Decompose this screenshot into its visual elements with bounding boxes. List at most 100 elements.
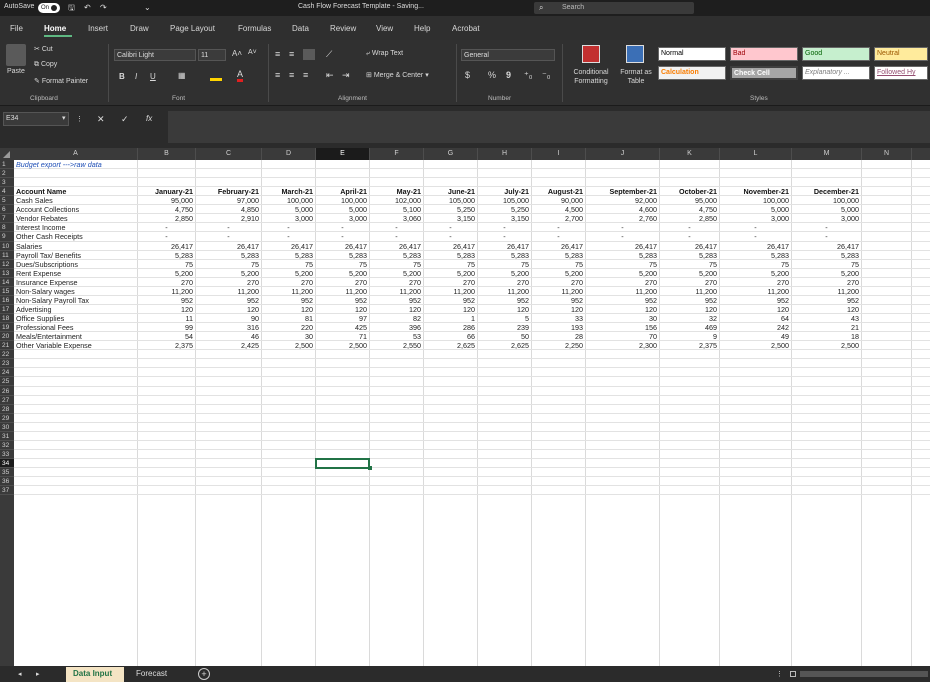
value-cell[interactable]: 952 (480, 296, 529, 305)
cell-style-normal[interactable]: Normal (658, 47, 726, 61)
value-cell[interactable]: 105,000 (426, 196, 475, 205)
value-cell[interactable]: 11,200 (426, 287, 475, 296)
value-cell[interactable]: 5,200 (140, 269, 193, 278)
font-size-select[interactable]: 11 (198, 49, 226, 61)
value-cell[interactable]: - (198, 232, 259, 241)
scroll-left-icon[interactable]: ◂ (18, 670, 22, 679)
customize-toolbar-icon[interactable]: ⌄ (144, 3, 151, 12)
value-cell[interactable]: 26,417 (426, 242, 475, 251)
value-cell[interactable]: 5,200 (318, 269, 367, 278)
row-header-7[interactable]: 7 (0, 214, 14, 224)
value-cell[interactable]: 952 (534, 296, 583, 305)
row-header-29[interactable]: 29 (0, 414, 14, 423)
copy-button[interactable]: ⧉ Copy (34, 61, 57, 69)
value-cell[interactable]: 120 (140, 305, 193, 314)
wrap-text-button[interactable]: ⤶ Wrap Text (366, 50, 403, 58)
row-header-35[interactable]: 35 (0, 468, 14, 478)
value-cell[interactable]: 26,417 (722, 242, 789, 251)
account-name-cell[interactable]: Office Supplies (16, 314, 135, 323)
value-cell[interactable]: 5,200 (662, 269, 717, 278)
value-cell[interactable]: 952 (372, 296, 421, 305)
column-header-g[interactable]: G (424, 148, 478, 160)
value-cell[interactable]: 26,417 (534, 242, 583, 251)
value-cell[interactable]: 75 (794, 260, 859, 269)
value-cell[interactable]: 2,300 (588, 341, 657, 350)
conditional-formatting-button[interactable]: Conditional Formatting (568, 68, 614, 86)
value-cell[interactable]: 5,200 (372, 269, 421, 278)
value-cell[interactable]: 1 (426, 314, 475, 323)
value-cell[interactable]: 26,417 (318, 242, 367, 251)
value-cell[interactable]: 270 (318, 278, 367, 287)
value-cell[interactable]: 120 (198, 305, 259, 314)
value-cell[interactable]: - (264, 223, 313, 232)
value-cell[interactable]: 3,000 (722, 214, 789, 223)
row-header-19[interactable]: 19 (0, 323, 14, 333)
row-header-6[interactable]: 6 (0, 205, 14, 215)
value-cell[interactable]: 75 (372, 260, 421, 269)
grow-font-icon[interactable]: A˄ (232, 49, 242, 58)
value-cell[interactable]: 100,000 (318, 196, 367, 205)
value-cell[interactable]: 5,283 (426, 251, 475, 260)
column-header-i[interactable]: I (532, 148, 586, 160)
value-cell[interactable]: - (318, 223, 367, 232)
value-cell[interactable]: 270 (534, 278, 583, 287)
decrease-indent-icon[interactable]: ⇤ (326, 71, 334, 80)
column-header-e[interactable]: E (316, 148, 370, 160)
value-cell[interactable]: 75 (198, 260, 259, 269)
font-color-icon[interactable]: A (237, 70, 244, 82)
value-cell[interactable]: 2,760 (588, 214, 657, 223)
value-cell[interactable]: 11,200 (534, 287, 583, 296)
value-cell[interactable]: 3,000 (264, 214, 313, 223)
value-cell[interactable]: 120 (588, 305, 657, 314)
value-cell[interactable]: - (588, 232, 657, 241)
row-header-17[interactable]: 17 (0, 305, 14, 314)
value-cell[interactable]: 26,417 (588, 242, 657, 251)
value-cell[interactable]: 100,000 (264, 196, 313, 205)
fill-handle[interactable] (368, 466, 372, 471)
font-name-select[interactable]: Calibri Light (114, 49, 196, 61)
row-header-34[interactable]: 34 (0, 458, 14, 469)
value-cell[interactable]: - (588, 223, 657, 232)
value-cell[interactable]: - (662, 223, 717, 232)
value-cell[interactable]: 5,283 (480, 251, 529, 260)
cell-style-followed-hy[interactable]: Followed Hy (874, 66, 928, 80)
value-cell[interactable]: 120 (426, 305, 475, 314)
value-cell[interactable]: 5,283 (794, 251, 859, 260)
value-cell[interactable]: 270 (140, 278, 193, 287)
value-cell[interactable]: 70 (588, 332, 657, 341)
value-cell[interactable]: 156 (588, 323, 657, 332)
value-cell[interactable]: 75 (140, 260, 193, 269)
value-cell[interactable]: 9 (662, 332, 717, 341)
row-header-25[interactable]: 25 (0, 377, 14, 387)
value-cell[interactable]: 92,000 (588, 196, 657, 205)
hscroll-left-icon[interactable]: ⋮ (776, 670, 783, 679)
value-cell[interactable]: 5,250 (480, 205, 529, 214)
search-box[interactable]: ⌕ Search (534, 2, 694, 14)
value-cell[interactable]: 2,425 (198, 341, 259, 350)
value-cell[interactable]: 425 (318, 323, 367, 332)
value-cell[interactable]: 120 (372, 305, 421, 314)
value-cell[interactable]: 71 (318, 332, 367, 341)
value-cell[interactable]: 11,200 (588, 287, 657, 296)
value-cell[interactable]: 43 (794, 314, 859, 323)
value-cell[interactable]: 270 (588, 278, 657, 287)
row-header-9[interactable]: 9 (0, 232, 14, 242)
value-cell[interactable]: - (534, 223, 583, 232)
account-name-cell[interactable]: Other Cash Receipts (16, 232, 135, 241)
value-cell[interactable]: 2,700 (534, 214, 583, 223)
column-header-k[interactable]: K (660, 148, 720, 160)
account-name-cell[interactable]: Account Collections (16, 205, 135, 214)
value-cell[interactable]: - (140, 223, 193, 232)
column-header-a[interactable]: A (14, 148, 138, 160)
format-painter-button[interactable]: ✎ Format Painter (34, 77, 88, 85)
value-cell[interactable]: 11,200 (140, 287, 193, 296)
value-cell[interactable]: 242 (722, 323, 789, 332)
value-cell[interactable]: 75 (426, 260, 475, 269)
value-cell[interactable]: 469 (662, 323, 717, 332)
name-box[interactable]: E34 (3, 112, 69, 126)
account-name-cell[interactable]: Professional Fees (16, 323, 135, 332)
value-cell[interactable]: 11,200 (794, 287, 859, 296)
value-cell[interactable]: 5,200 (480, 269, 529, 278)
row-header-31[interactable]: 31 (0, 432, 14, 441)
value-cell[interactable]: 5,283 (534, 251, 583, 260)
